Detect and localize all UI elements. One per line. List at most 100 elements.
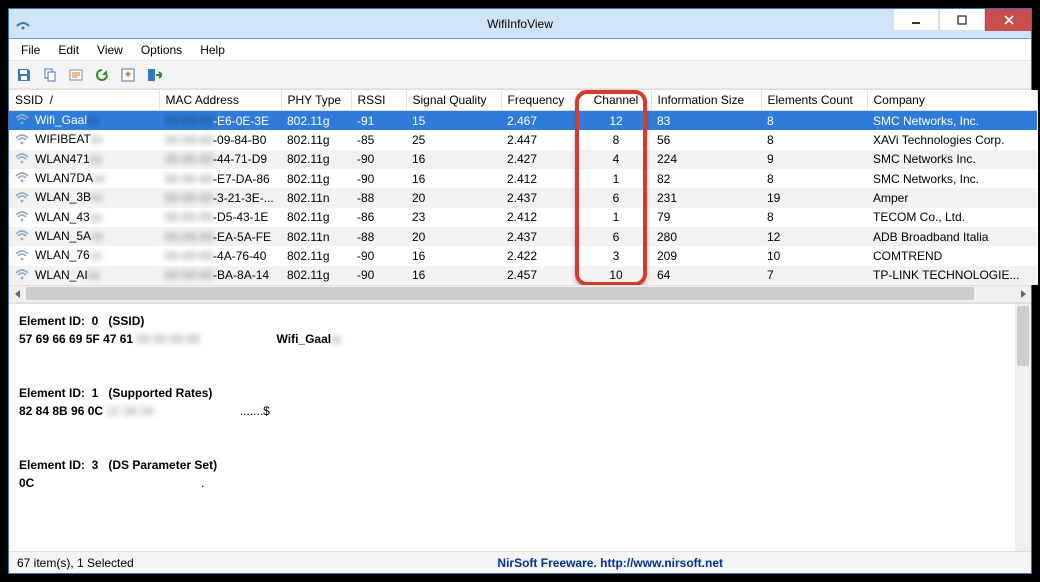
wifi-signal-icon — [15, 229, 29, 244]
copy-button[interactable] — [39, 64, 61, 86]
close-button[interactable] — [985, 9, 1031, 31]
cell-ssid-blur: xx — [93, 171, 105, 185]
network-table-body: Wifi_Gaalxx00-00-00-E6-0E-3E802.11g-9115… — [9, 111, 1037, 285]
refresh-icon — [94, 67, 110, 83]
table-row[interactable]: WLAN_43xx00-00-00-D5-43-1E802.11g-86232.… — [9, 208, 1037, 227]
cell-ssid: WLAN_AI — [35, 268, 88, 282]
titlebar[interactable]: WifiInfoView — [9, 9, 1031, 39]
cell-channel: 6 — [581, 188, 651, 207]
cell-elemcount: 8 — [761, 169, 867, 188]
menu-file[interactable]: File — [13, 41, 48, 59]
exit-button[interactable] — [143, 64, 165, 86]
col-signal[interactable]: Signal Quality — [406, 90, 501, 111]
menu-edit[interactable]: Edit — [50, 41, 87, 59]
table-row[interactable]: WLAN7DAxx00-00-00-E7-DA-86802.11g-90162.… — [9, 169, 1037, 188]
table-row[interactable]: WLAN471xx00-00-00-44-71-D9802.11g-90162.… — [9, 150, 1037, 169]
col-phy[interactable]: PHY Type — [281, 90, 351, 111]
cell-infosize: 79 — [651, 208, 761, 227]
col-elemcount[interactable]: Elements Count — [761, 90, 867, 111]
col-company[interactable]: Company — [867, 90, 1037, 111]
wifi-signal-icon — [15, 210, 29, 225]
cell-channel: 4 — [581, 150, 651, 169]
col-mac[interactable]: MAC Address — [159, 90, 281, 111]
cell-mac: -D5-43-1E — [213, 210, 268, 224]
wifi-signal-icon — [15, 249, 29, 264]
menu-options[interactable]: Options — [133, 41, 190, 59]
cell-elemcount: 19 — [761, 188, 867, 207]
cell-ssid-blur: xx — [87, 113, 99, 127]
table-row[interactable]: WLAN_3Bxx00-00-00-3-21-3E-...802.11n-882… — [9, 188, 1037, 207]
cell-mac: -4A-76-40 — [213, 249, 266, 263]
cell-signal: 16 — [406, 150, 501, 169]
cell-channel: 8 — [581, 130, 651, 149]
cell-ssid-blur: xx — [91, 190, 103, 204]
status-credit[interactable]: NirSoft Freeware. http://www.nirsoft.net — [497, 556, 723, 570]
cell-elemcount: 8 — [761, 130, 867, 149]
table-row[interactable]: WLAN_5Axx00-00-00-EA-5A-FE802.11n-88202.… — [9, 227, 1037, 246]
table-row[interactable]: Wifi_Gaalxx00-00-00-E6-0E-3E802.11g-9115… — [9, 111, 1037, 131]
cell-mac: -E6-0E-3E — [213, 114, 269, 128]
scroll-left-arrow[interactable] — [9, 285, 26, 302]
col-ssid[interactable]: SSID / — [9, 90, 159, 111]
save-icon — [16, 67, 32, 83]
col-rssi[interactable]: RSSI — [351, 90, 406, 111]
cell-phy: 802.11g — [281, 266, 351, 285]
cell-ssid-blur: xx — [90, 210, 102, 224]
details-vertical-scrollbar[interactable] — [1015, 304, 1031, 551]
app-icon — [15, 15, 31, 31]
cell-rssi: -88 — [351, 227, 406, 246]
table-horizontal-scrollbar[interactable] — [9, 285, 1031, 302]
cell-signal: 15 — [406, 111, 501, 131]
menu-view[interactable]: View — [89, 41, 131, 59]
cell-mac-blur: 00-00-00 — [165, 249, 213, 263]
wifi-signal-icon — [15, 268, 29, 283]
cell-elemcount: 9 — [761, 150, 867, 169]
cell-ssid: WLAN_3B — [35, 190, 91, 204]
scroll-right-arrow[interactable] — [1014, 285, 1031, 302]
network-table[interactable]: SSID / MAC Address PHY Type RSSI Signal … — [9, 90, 1038, 285]
maximize-button[interactable] — [939, 9, 985, 31]
column-header-row[interactable]: SSID / MAC Address PHY Type RSSI Signal … — [9, 90, 1037, 111]
table-row[interactable]: WIFIBEATxx00-00-00-09-84-B0802.11g-85252… — [9, 130, 1037, 149]
statusbar: 67 item(s), 1 Selected NirSoft Freeware.… — [9, 551, 1031, 573]
cell-mac: -3-21-3E-... — [213, 191, 274, 205]
cell-rssi: -91 — [351, 111, 406, 131]
options-button[interactable] — [117, 64, 139, 86]
cell-infosize: 64 — [651, 266, 761, 285]
col-infosize[interactable]: Information Size — [651, 90, 761, 111]
cell-company: SMC Networks Inc. — [867, 150, 1037, 169]
refresh-button[interactable] — [91, 64, 113, 86]
table-row[interactable]: WLAN_76xx00-00-00-4A-76-40802.11g-90162.… — [9, 246, 1037, 265]
cell-ssid-blur: xx — [90, 248, 102, 262]
cell-company: XAVi Technologies Corp. — [867, 130, 1037, 149]
menubar: File Edit View Options Help — [9, 39, 1031, 61]
element-1-hex: 82 84 8B 96 0C — [19, 404, 103, 418]
cell-mac-blur: 00-00-00 — [165, 191, 213, 205]
scroll-thumb[interactable] — [26, 287, 974, 300]
cell-ssid-blur: xx — [88, 268, 100, 282]
cell-phy: 802.11n — [281, 188, 351, 207]
cell-signal: 20 — [406, 188, 501, 207]
details-scroll-thumb[interactable] — [1017, 306, 1029, 366]
element-1-hex-tail: 12 18 24 — [106, 404, 153, 418]
cell-ssid: WIFIBEAT — [35, 132, 91, 146]
toolbar — [9, 61, 1031, 89]
cell-rssi: -86 — [351, 208, 406, 227]
element-0-title: Element ID: 0 (SSID) — [19, 314, 144, 328]
chevron-right-icon — [1019, 290, 1027, 298]
details-pane[interactable]: Element ID: 0 (SSID) 57 69 66 69 5F 47 6… — [9, 302, 1031, 551]
col-freq[interactable]: Frequency — [501, 90, 581, 111]
table-row[interactable]: WLAN_AIxx00-00-00-BA-8A-14802.11g-90162.… — [9, 266, 1037, 285]
cell-ssid-blur: xx — [91, 132, 103, 146]
network-table-wrap: SSID / MAC Address PHY Type RSSI Signal … — [9, 89, 1031, 302]
minimize-button[interactable] — [893, 9, 939, 31]
col-channel[interactable]: Channel — [581, 90, 651, 111]
save-button[interactable] — [13, 64, 35, 86]
cell-company: SMC Networks, Inc. — [867, 111, 1037, 131]
properties-button[interactable] — [65, 64, 87, 86]
copy-icon — [42, 67, 58, 83]
menu-help[interactable]: Help — [192, 41, 233, 59]
cell-phy: 802.11g — [281, 150, 351, 169]
cell-channel: 6 — [581, 227, 651, 246]
cell-elemcount: 10 — [761, 246, 867, 265]
